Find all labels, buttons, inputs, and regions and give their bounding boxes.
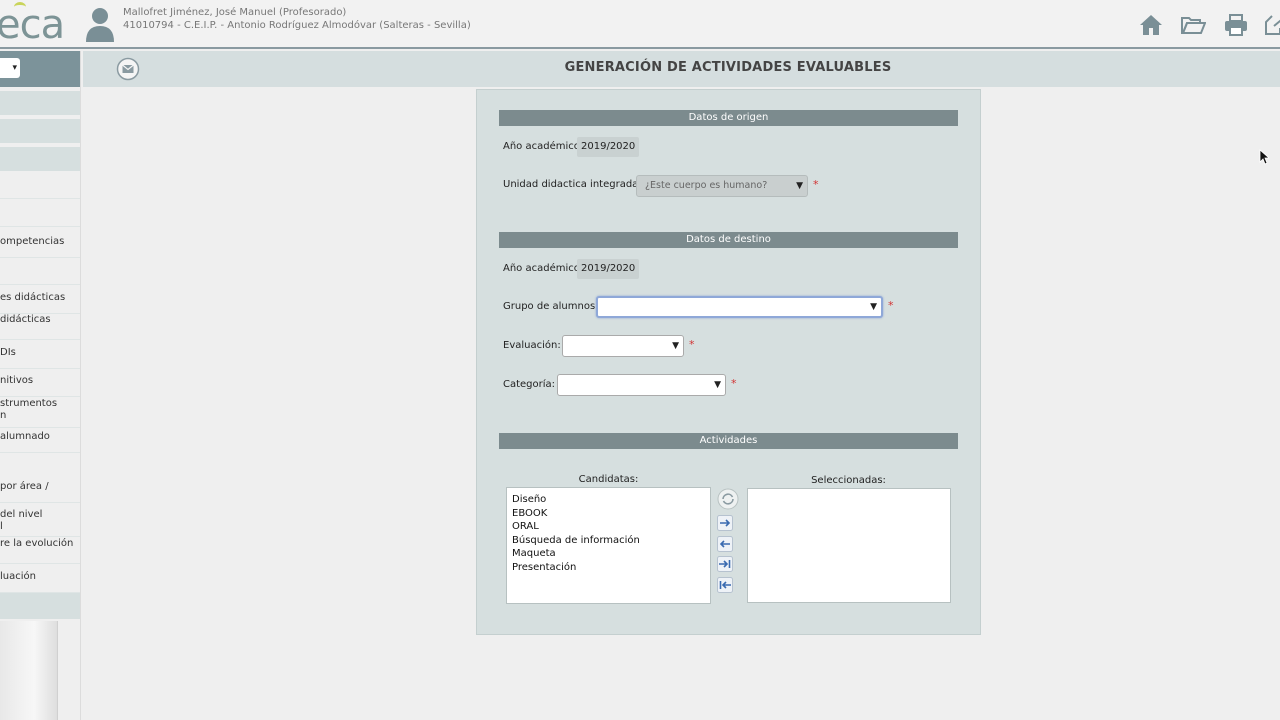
group-select[interactable]: ▼ [596,296,883,318]
refresh-icon[interactable] [717,488,739,510]
app-logo: eca [0,2,65,48]
sidebar-item[interactable]: ompetencias [0,236,80,258]
sidebar-item[interactable]: re la evolución [0,538,80,564]
list-item[interactable]: Presentación [507,561,710,575]
selected-listbox[interactable] [747,488,951,603]
sidebar-header: ▾ [0,51,80,87]
move-all-left-icon[interactable] [717,577,733,593]
sidebar: ▾ ompetencias es didácticas didácticas D… [0,51,81,720]
origin-year-value: 2019/2020 [577,137,640,157]
list-item[interactable]: Maqueta [507,547,710,561]
candidates-label: Candidatas: [578,474,639,485]
exit-icon[interactable] [1262,12,1280,38]
list-item[interactable]: Búsqueda de información [507,534,710,548]
sidebar-section[interactable] [0,593,80,619]
sidebar-decoration [0,621,58,720]
list-item[interactable]: EBOOK [507,507,710,521]
print-icon[interactable] [1223,12,1249,38]
page-header-bar: GENERACIÓN DE ACTIVIDADES EVALUABLES [83,51,1280,87]
group-label: Grupo de alumnos: [503,301,599,312]
list-item[interactable]: Diseño [507,493,710,507]
sidebar-item[interactable]: strumentos n [0,398,80,428]
sidebar-item[interactable]: didácticas [0,314,80,340]
mouse-cursor-icon [1259,149,1269,165]
user-center: 41010794 - C.E.I.P. - Antonio Rodríguez … [123,20,471,31]
chevron-down-icon: ▼ [672,341,679,351]
required-mark: * [731,377,737,390]
top-bar: eca Mallofret Jiménez, José Manuel (Prof… [0,0,1280,49]
required-mark: * [888,299,894,312]
destination-year-value: 2019/2020 [577,259,640,279]
sidebar-section[interactable] [0,147,80,171]
page-title: GENERACIÓN DE ACTIVIDADES EVALUABLES [564,60,892,75]
required-mark: * [689,338,695,351]
unit-select-value: ¿Este cuerpo es humano? [645,180,768,191]
sidebar-item[interactable]: por área / [0,481,80,503]
sidebar-section[interactable] [0,119,80,143]
sidebar-item[interactable] [0,261,80,285]
sidebar-role-select[interactable]: ▾ [0,58,20,78]
sidebar-section[interactable] [0,91,80,115]
evaluation-label: Evaluación: [503,340,561,351]
move-all-right-icon[interactable] [717,556,733,572]
logo-accent [14,2,26,12]
sidebar-item[interactable]: es didácticas [0,292,80,314]
candidates-listbox[interactable]: Diseño EBOOK ORAL Búsqueda de informació… [506,487,711,604]
app-window: eca Mallofret Jiménez, José Manuel (Prof… [0,0,1280,720]
sidebar-item[interactable] [0,175,80,199]
category-label: Categoría: [503,379,556,390]
sidebar-item[interactable]: DIs [0,347,80,369]
sidebar-item[interactable]: luación [0,571,80,593]
unit-select[interactable]: ¿Este cuerpo es humano? ▼ [636,175,808,197]
selected-label: Seleccionadas: [811,475,886,486]
home-icon[interactable] [1138,12,1164,38]
category-select[interactable]: ▼ [557,374,726,396]
sidebar-item[interactable]: del nivel l [0,509,80,537]
sidebar-item[interactable]: nitivos [0,375,80,397]
user-avatar-icon [86,8,114,42]
list-item[interactable]: ORAL [507,520,710,534]
origin-year-label: Año académico [503,141,580,152]
chevron-down-icon: ▼ [870,302,877,312]
destination-year-label: Año académico [503,263,580,274]
sidebar-item[interactable] [0,203,80,227]
chevron-down-icon: ▼ [796,181,803,191]
folder-open-icon[interactable] [1180,12,1206,38]
section-header-origin: Datos de origen [499,110,958,126]
user-name: Mallofret Jiménez, José Manuel (Profesor… [123,7,347,18]
sidebar-item[interactable]: alumnado [0,431,80,453]
move-right-icon[interactable] [717,515,733,531]
section-header-activities: Actividades [499,433,958,449]
chevron-down-icon: ▼ [714,380,721,390]
required-mark: * [813,178,819,191]
section-header-destination: Datos de destino [499,232,958,248]
move-left-icon[interactable] [717,536,733,552]
evaluation-select[interactable]: ▼ [562,335,684,357]
unit-label: Unidad didactica integrada: [503,179,642,190]
form-panel: Datos de origen Año académico 2019/2020 … [476,89,981,635]
